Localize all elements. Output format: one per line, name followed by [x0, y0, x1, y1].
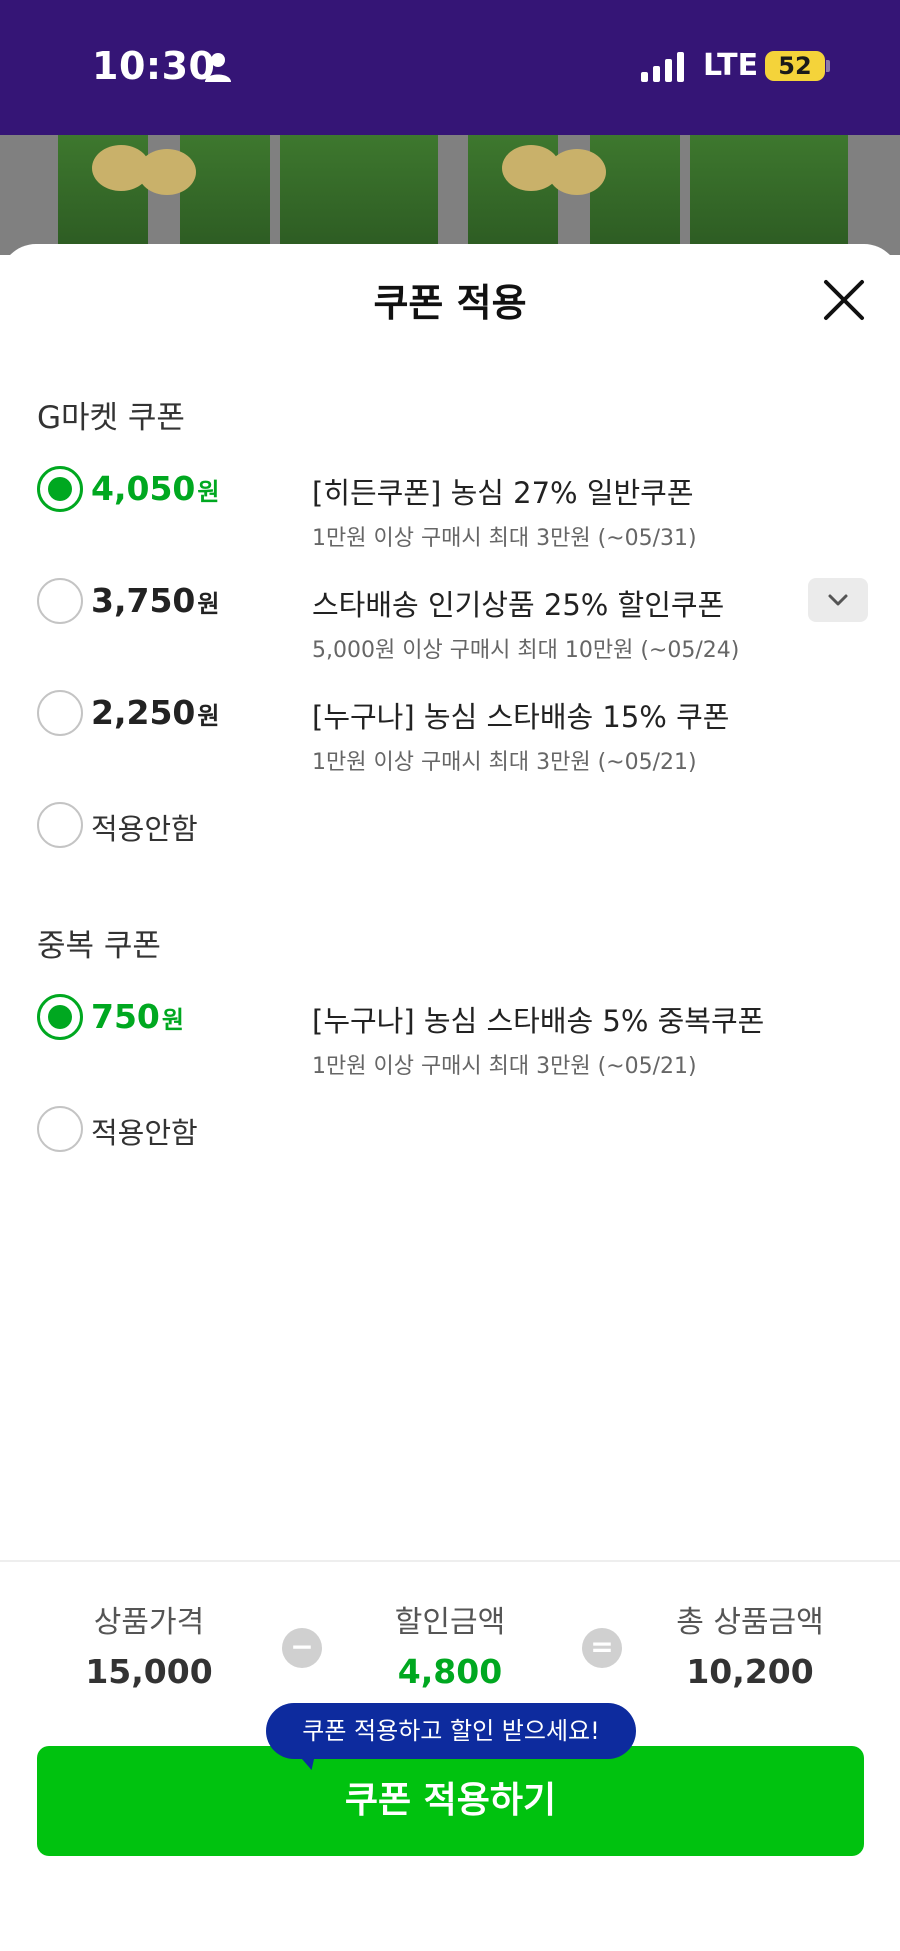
chip-image [138, 149, 196, 195]
duplicate-coupon-amount-1: 750원 [91, 997, 184, 1036]
duplicate-coupon-radio-none[interactable] [37, 1106, 83, 1152]
coupon-sheet: 쿠폰 적용 G마켓 쿠폰 4,050원 [히든쿠폰] 농심 27% 일반쿠폰 1… [0, 244, 900, 1951]
chip-image [548, 149, 606, 195]
battery-nub [826, 60, 830, 72]
amount-value: 750 [91, 997, 160, 1036]
coupon-name-1: [히든쿠폰] 농심 27% 일반쿠폰 [312, 476, 694, 510]
amount-unit: 원 [197, 702, 220, 730]
chevron-down-icon [828, 594, 848, 606]
discount-value: 4,800 [397, 1652, 503, 1691]
close-icon[interactable] [820, 276, 868, 324]
chip-bag-image [348, 135, 438, 255]
coupon-radio-3[interactable] [37, 690, 83, 736]
signal-icon [641, 52, 684, 82]
summary-divider [0, 1560, 900, 1562]
chip-bag-image [180, 135, 270, 255]
equals-icon: = [582, 1628, 622, 1668]
sheet-title: 쿠폰 적용 [373, 281, 527, 325]
person-icon [205, 53, 231, 82]
section-title-gmarket-coupon: G마켓 쿠폰 [37, 400, 185, 436]
chip-bag-image [758, 135, 848, 255]
apply-coupon-button[interactable]: 쿠폰 적용하기 [37, 1746, 864, 1856]
coupon-amount-2: 3,750원 [91, 581, 219, 620]
total-label: 총 상품금액 [676, 1605, 824, 1640]
coupon-desc-3: 1만원 이상 구매시 최대 3만원 (~05/21) [312, 750, 697, 775]
price-value: 15,000 [85, 1652, 213, 1691]
battery-icon: 52 [765, 51, 825, 81]
battery-level: 52 [778, 52, 812, 80]
status-bar: 10:30 LTE 52 [0, 0, 900, 135]
coupon-radio-none[interactable] [37, 802, 83, 848]
apply-tooltip: 쿠폰 적용하고 할인 받으세요! [266, 1703, 636, 1759]
expand-coupon-button[interactable] [808, 578, 868, 622]
duplicate-coupon-desc-1: 1만원 이상 구매시 최대 3만원 (~05/21) [312, 1054, 697, 1079]
coupon-radio-2[interactable] [37, 578, 83, 624]
section-title-duplicate-coupon: 중복 쿠폰 [37, 928, 161, 964]
amount-value: 2,250 [91, 693, 196, 732]
coupon-name-3: [누구나] 농심 스타배송 15% 쿠폰 [312, 700, 730, 734]
discount-label: 할인금액 [394, 1605, 506, 1640]
amount-value: 4,050 [91, 469, 196, 508]
amount-unit: 원 [161, 1006, 184, 1034]
amount-unit: 원 [197, 478, 220, 506]
coupon-desc-1: 1만원 이상 구매시 최대 3만원 (~05/31) [312, 526, 697, 551]
minus-icon: − [282, 1628, 322, 1668]
coupon-amount-3: 2,250원 [91, 693, 219, 732]
coupon-radio-1[interactable] [37, 466, 83, 512]
status-time: 10:30 [92, 44, 216, 88]
no-coupon-label[interactable]: 적용안함 [91, 806, 198, 848]
chip-bag-image [590, 135, 680, 255]
network-label: LTE [703, 48, 759, 83]
duplicate-coupon-radio-1[interactable] [37, 994, 83, 1040]
price-label: 상품가격 [93, 1605, 205, 1640]
duplicate-no-coupon-label[interactable]: 적용안함 [91, 1110, 198, 1152]
coupon-name-2: 스타배송 인기상품 25% 할인쿠폰 [312, 588, 725, 622]
total-value: 10,200 [686, 1652, 814, 1691]
coupon-desc-2: 5,000원 이상 구매시 최대 10만원 (~05/24) [312, 638, 740, 663]
duplicate-coupon-name-1: [누구나] 농심 스타배송 5% 중복쿠폰 [312, 1004, 765, 1038]
amount-unit: 원 [197, 590, 220, 618]
amount-value: 3,750 [91, 581, 196, 620]
product-image-background [0, 135, 900, 255]
coupon-amount-1: 4,050원 [91, 469, 219, 508]
